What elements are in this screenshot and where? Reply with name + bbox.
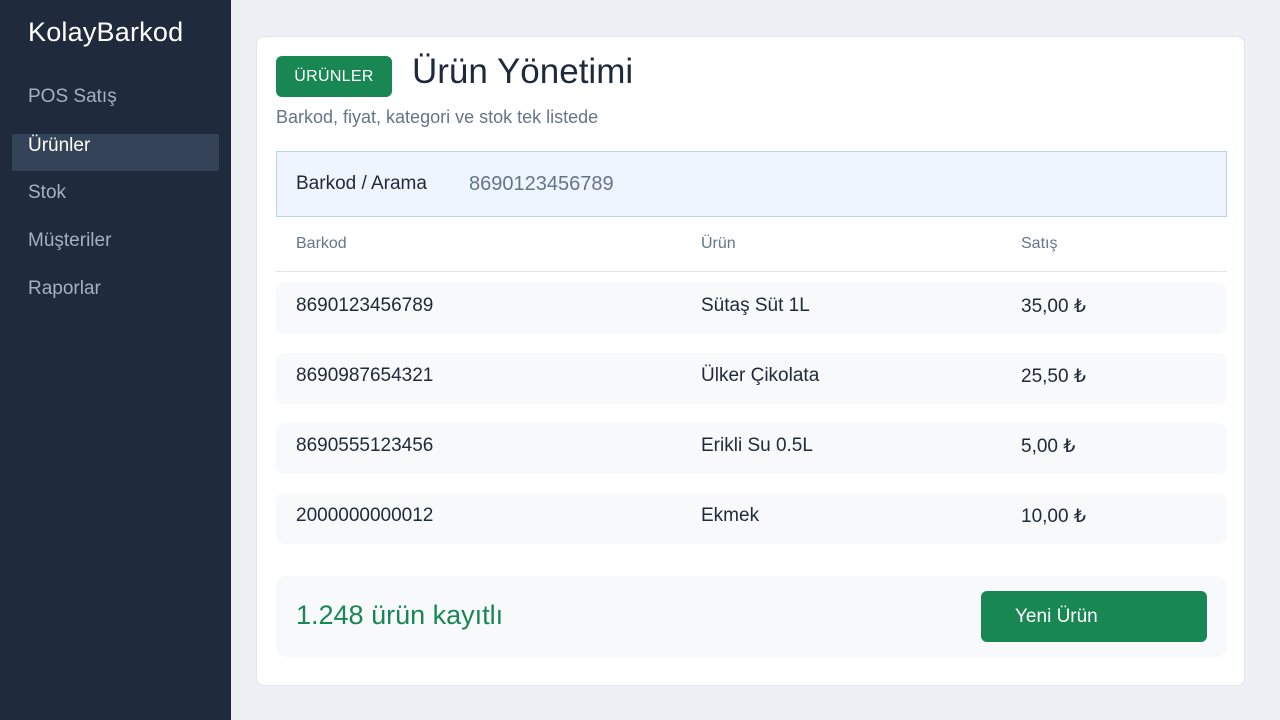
section-badge: ÜRÜNLER [276,56,392,97]
table-row[interactable]: 2000000000012 Ekmek 10,00 ₺ [276,493,1227,544]
barcode-cell: 8690555123456 [296,435,434,456]
barcode-cell: 2000000000012 [296,505,434,526]
sidebar-item-label: POS Satış [28,86,117,107]
product-cell: Erikli Su 0.5L [701,435,813,456]
page-title: Ürün Yönetimi [412,52,634,91]
sidebar-item-musteriler[interactable]: Müşteriler [12,229,219,266]
sidebar-item-label: Müşteriler [28,230,112,251]
search-label: Barkod / Arama [296,173,427,194]
sidebar-item-label: Raporlar [28,278,101,299]
sidebar: KolayBarkod POS Satış Ürünler Stok Müşte… [0,0,231,720]
page-subtitle: Barkod, fiyat, kategori ve stok tek list… [276,107,599,127]
price-cell: 5,00 ₺ [1021,436,1076,457]
sidebar-item-raporlar[interactable]: Raporlar [12,277,219,314]
search-panel: Barkod / Arama [276,151,1227,217]
price-cell: 35,00 ₺ [1021,296,1086,317]
footer-bar: 1.248 ürün kayıtlı Yeni Ürün [276,576,1227,657]
new-product-button[interactable]: Yeni Ürün [981,591,1207,642]
app-brand: KolayBarkod [28,17,184,47]
sidebar-item-label: Stok [28,182,67,203]
column-header-satis: Satış [1021,235,1058,252]
barcode-cell: 8690987654321 [296,365,434,386]
table-row[interactable]: 8690123456789 Sütaş Süt 1L 35,00 ₺ [276,283,1227,334]
product-cell: Ekmek [701,505,760,526]
sidebar-item-stok[interactable]: Stok [12,181,219,218]
column-header-urun: Ürün [701,235,736,252]
sidebar-item-urunler[interactable]: Ürünler [12,134,219,171]
header-divider [276,271,1227,272]
barcode-search-input[interactable] [469,166,1169,202]
sidebar-item-pos-satis[interactable]: POS Satış [12,85,219,122]
products-card: ÜRÜNLER Ürün Yönetimi Barkod, fiyat, kat… [256,36,1245,686]
product-count: 1.248 ürün kayıtlı [296,600,504,630]
product-cell: Ülker Çikolata [701,365,820,386]
table-row[interactable]: 8690987654321 Ülker Çikolata 25,50 ₺ [276,353,1227,404]
barcode-cell: 8690123456789 [296,295,434,316]
table-row[interactable]: 8690555123456 Erikli Su 0.5L 5,00 ₺ [276,423,1227,474]
price-cell: 25,50 ₺ [1021,366,1086,387]
product-cell: Sütaş Süt 1L [701,295,810,316]
sidebar-item-label: Ürünler [28,135,91,156]
price-cell: 10,00 ₺ [1021,506,1086,527]
column-header-barkod: Barkod [296,235,347,252]
